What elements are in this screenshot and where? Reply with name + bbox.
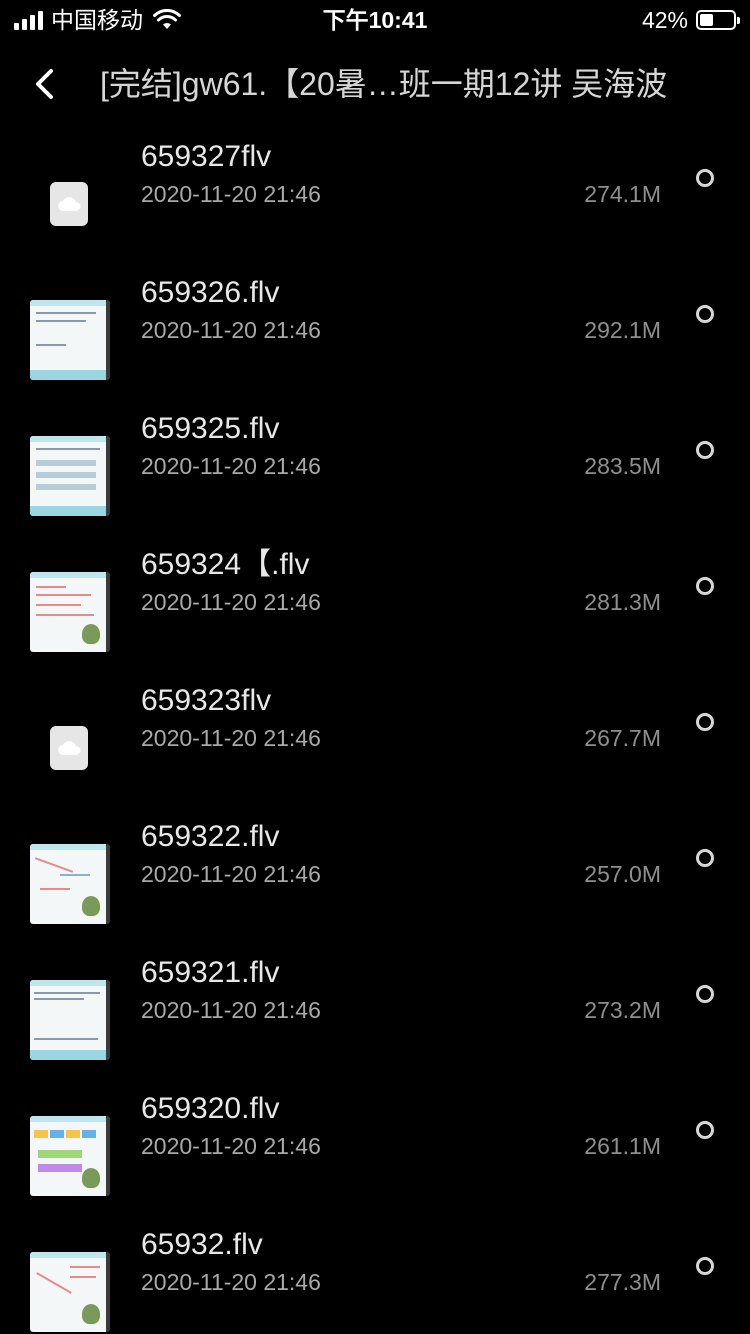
file-size: 277.3M	[584, 1269, 661, 1295]
battery-percent: 42%	[641, 7, 688, 33]
file-date: 2020-11-20 21:46	[141, 1269, 321, 1295]
file-size: 273.2M	[584, 997, 661, 1023]
status-right: 42%	[641, 6, 740, 34]
file-name: 659322.flv	[141, 820, 280, 853]
file-date: 2020-11-20 21:46	[141, 1133, 321, 1159]
nav-bar: [完结]gw61.【20暑…班一期12讲 吴海波	[0, 54, 750, 114]
battery-icon	[696, 10, 740, 30]
status-time: 下午10:41	[322, 7, 428, 33]
file-row[interactable]: 659320.flv 2020-11-20 21:46 261.1M	[0, 1062, 750, 1198]
file-size: 261.1M	[584, 1133, 661, 1159]
battery-fill	[700, 14, 714, 26]
video-thumbnail	[30, 1116, 110, 1196]
select-radio[interactable]	[696, 441, 714, 459]
file-size: 257.0M	[584, 861, 661, 887]
back-button[interactable]	[22, 64, 66, 104]
file-name: 659325.flv	[141, 412, 280, 445]
file-size: 292.1M	[584, 317, 661, 343]
cloud-file-icon	[30, 708, 110, 788]
video-thumbnail	[30, 300, 110, 380]
file-row[interactable]: 659323flv 2020-11-20 21:46 267.7M	[0, 654, 750, 790]
video-thumbnail	[30, 572, 110, 652]
select-radio[interactable]	[696, 1121, 714, 1139]
chevron-left-icon	[36, 69, 53, 99]
file-row[interactable]: 659326.flv 2020-11-20 21:46 292.1M	[0, 246, 750, 382]
file-row[interactable]: 659321.flv 2020-11-20 21:46 273.2M	[0, 926, 750, 1062]
file-row[interactable]: 659322.flv 2020-11-20 21:46 257.0M	[0, 790, 750, 926]
file-row[interactable]: 659324【.flv 2020-11-20 21:46 281.3M	[0, 518, 750, 654]
select-radio[interactable]	[696, 1257, 714, 1275]
file-name: 659324【.flv	[141, 548, 310, 581]
file-name: 65932.flv	[141, 1228, 263, 1261]
select-radio[interactable]	[696, 305, 714, 323]
select-radio[interactable]	[696, 169, 714, 187]
file-date: 2020-11-20 21:46	[141, 589, 321, 615]
video-thumbnail	[30, 980, 110, 1060]
file-row[interactable]: 65932.flv 2020-11-20 21:46 277.3M	[0, 1198, 750, 1334]
file-date: 2020-11-20 21:46	[141, 725, 321, 751]
file-row[interactable]: 659325.flv 2020-11-20 21:46 283.5M	[0, 382, 750, 518]
page-title: [完结]gw61.【20暑…班一期12讲 吴海波	[100, 66, 668, 102]
video-thumbnail	[30, 436, 110, 516]
select-radio[interactable]	[696, 713, 714, 731]
cloud-file-icon	[30, 164, 110, 244]
file-list: 659327flv 2020-11-20 21:46 274.1M 659326.fl…	[0, 110, 750, 1334]
select-radio[interactable]	[696, 849, 714, 867]
file-date: 2020-11-20 21:46	[141, 997, 321, 1023]
file-date: 2020-11-20 21:46	[141, 453, 321, 479]
file-date: 2020-11-20 21:46	[141, 317, 321, 343]
file-name: 659321.flv	[141, 956, 280, 989]
video-thumbnail	[30, 1252, 110, 1332]
select-radio[interactable]	[696, 985, 714, 1003]
file-name: 659326.flv	[141, 276, 280, 309]
file-size: 283.5M	[584, 453, 661, 479]
file-date: 2020-11-20 21:46	[141, 861, 321, 887]
file-size: 267.7M	[584, 725, 661, 751]
file-size: 274.1M	[584, 181, 661, 207]
status-bar: 中国移动 下午10:41 42%	[0, 0, 750, 40]
file-date: 2020-11-20 21:46	[141, 181, 321, 207]
file-row[interactable]: 659327flv 2020-11-20 21:46 274.1M	[0, 110, 750, 246]
video-thumbnail	[30, 844, 110, 924]
file-name: 659327flv	[141, 140, 272, 173]
file-size: 281.3M	[584, 589, 661, 615]
select-radio[interactable]	[696, 577, 714, 595]
file-name: 659323flv	[141, 684, 272, 717]
file-name: 659320.flv	[141, 1092, 280, 1125]
